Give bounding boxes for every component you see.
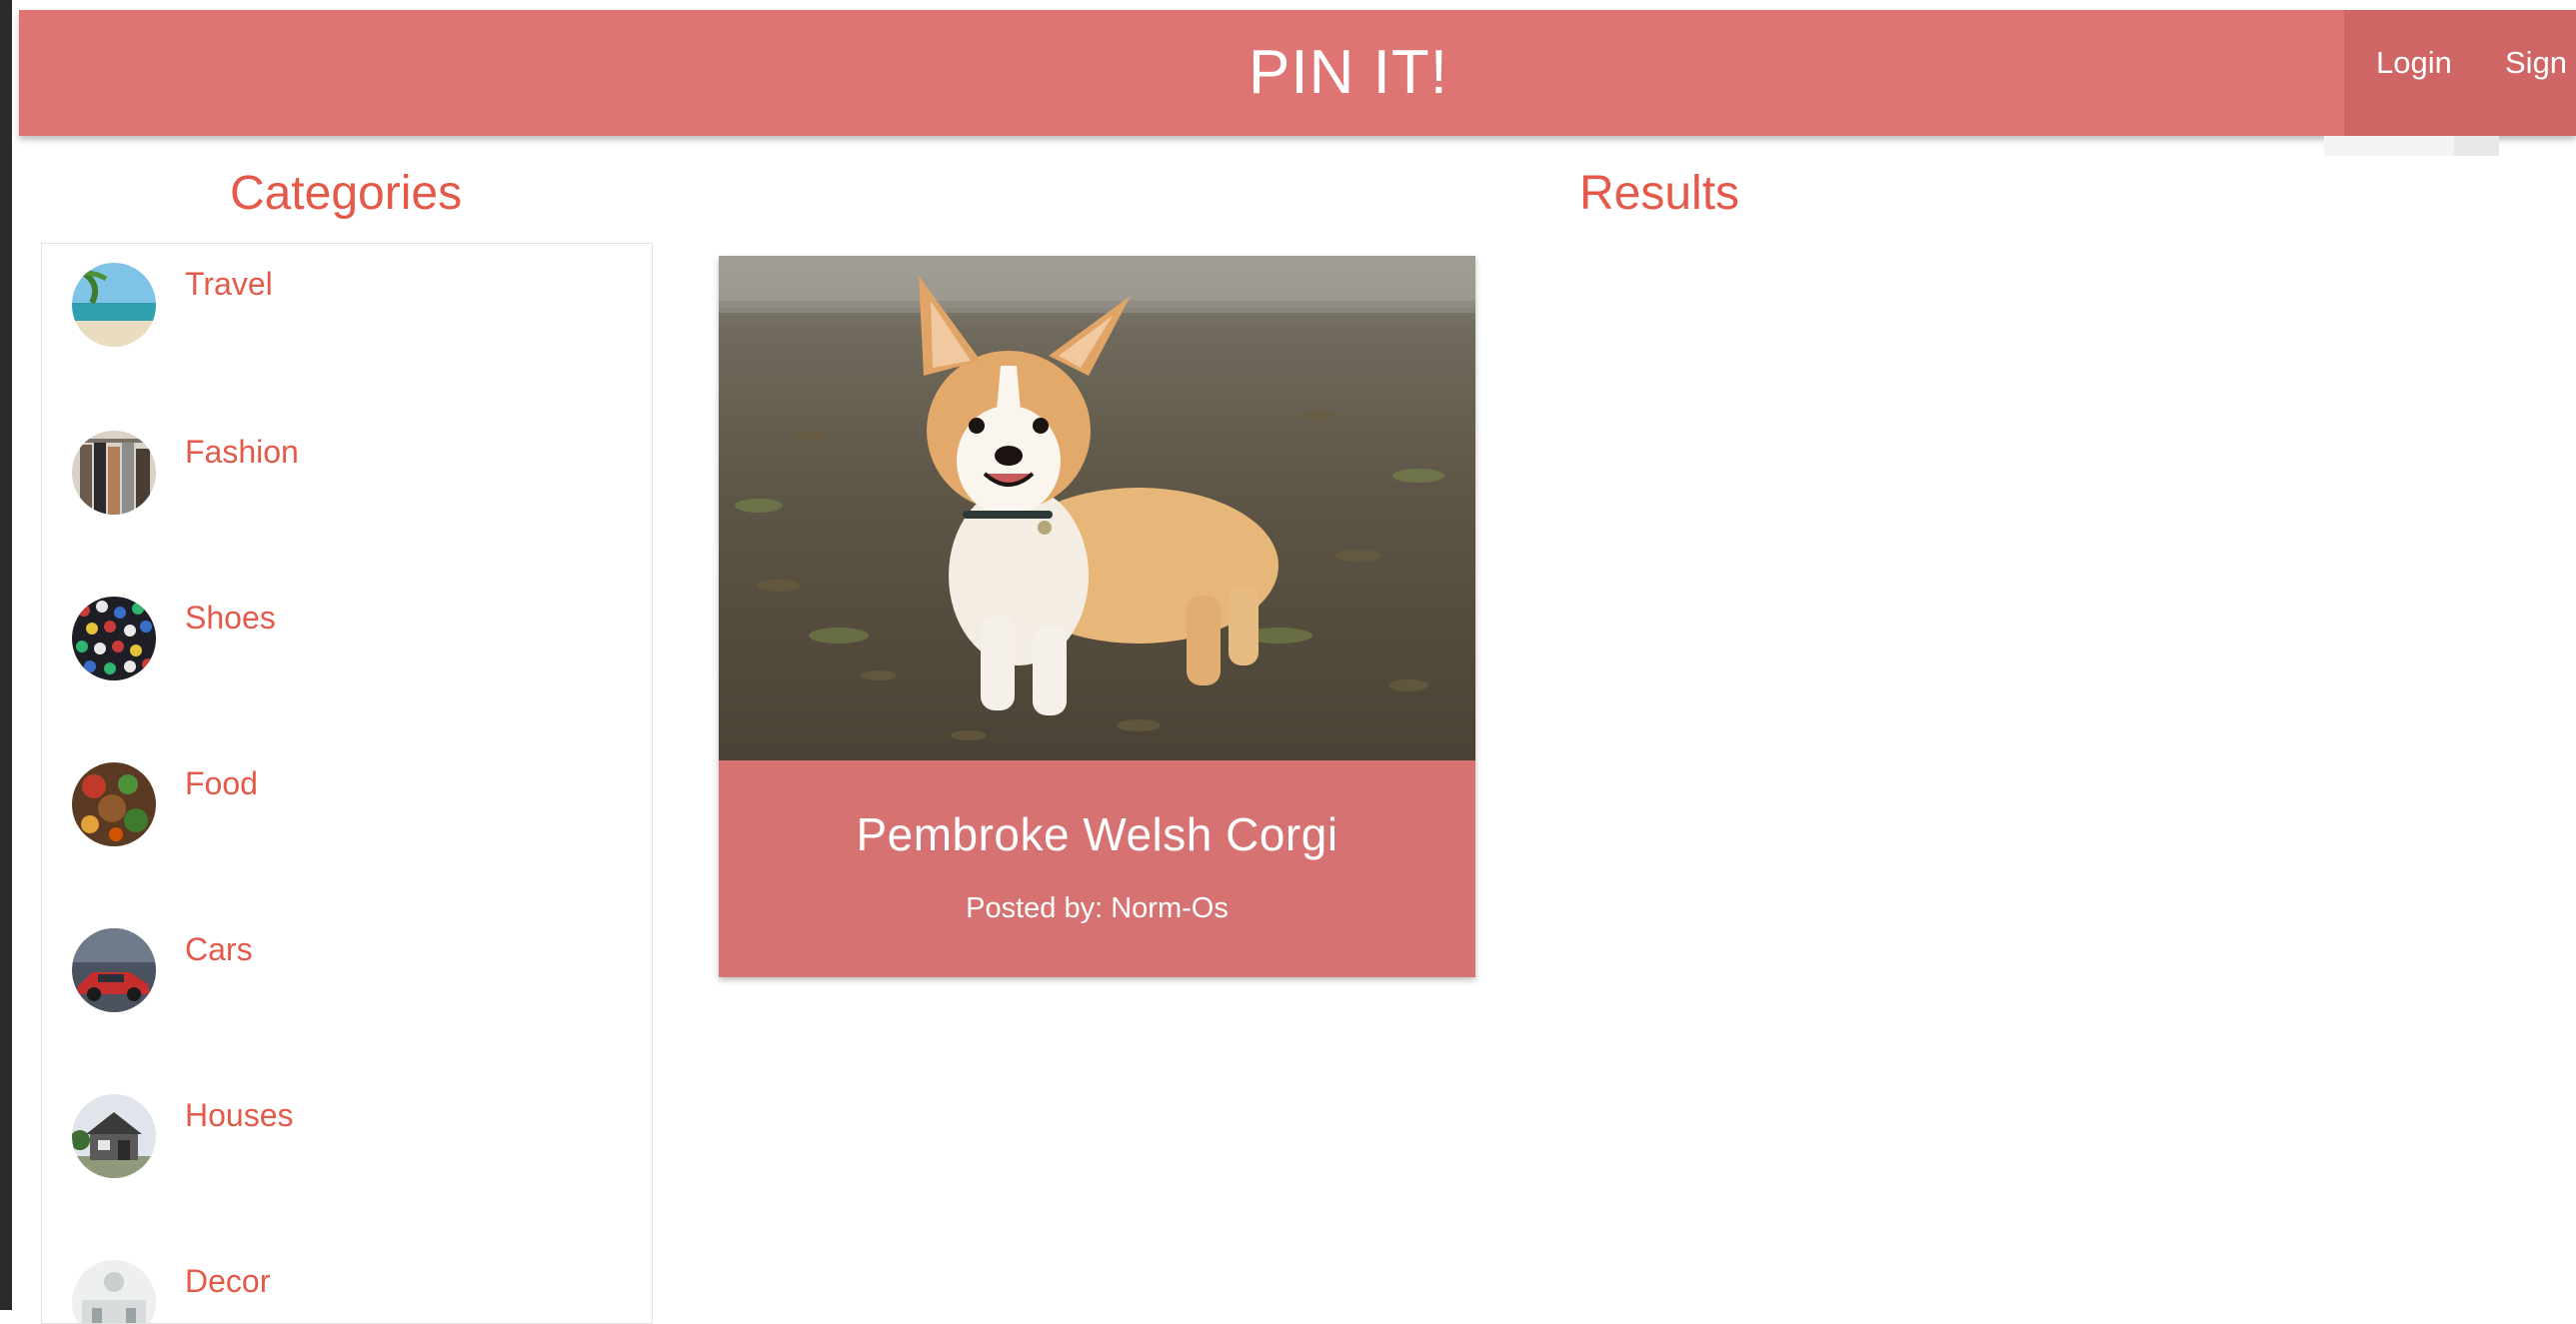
posted-by-label: Posted by:: [966, 892, 1104, 924]
food-thumbnail: [72, 762, 156, 846]
category-label: Food: [185, 765, 258, 801]
dropdown-shadow: [2324, 136, 2454, 156]
cars-thumbnail: [72, 928, 156, 1012]
decor-thumbnail: [72, 1260, 156, 1323]
window-left-edge: [0, 0, 12, 1310]
brand-title[interactable]: PIN IT!: [1209, 10, 1488, 136]
result-card[interactable]: Pembroke Welsh Corgi Posted by: Norm-Os: [719, 256, 1475, 977]
category-item-cars[interactable]: Cars: [42, 909, 652, 1012]
dropdown-shadow-dark: [2454, 136, 2499, 156]
category-label: Travel: [185, 266, 273, 302]
card-meta: Posted by: Norm-Os: [719, 892, 1475, 925]
category-label: Fashion: [185, 434, 299, 470]
card-author: Norm-Os: [1111, 892, 1229, 924]
category-item-food[interactable]: Food: [42, 743, 652, 846]
category-item-travel[interactable]: Travel: [42, 244, 652, 347]
category-label: Houses: [185, 1097, 294, 1133]
category-item-houses[interactable]: Houses: [42, 1075, 652, 1178]
category-label: Cars: [185, 931, 253, 967]
login-button[interactable]: Login: [2376, 0, 2452, 126]
top-navbar: PIN IT!: [19, 10, 2576, 136]
sign-button[interactable]: Sign: [2505, 0, 2567, 126]
category-label: Decor: [185, 1263, 271, 1299]
fashion-thumbnail: [72, 431, 156, 515]
category-item-decor[interactable]: Decor: [42, 1241, 652, 1323]
houses-thumbnail: [72, 1094, 156, 1178]
category-item-shoes[interactable]: Shoes: [42, 578, 652, 680]
category-label: Shoes: [185, 600, 276, 636]
category-item-fashion[interactable]: Fashion: [42, 412, 652, 515]
travel-thumbnail: [72, 263, 156, 347]
card-title: Pembroke Welsh Corgi: [856, 808, 1338, 860]
categories-heading: Categories: [229, 167, 463, 220]
top-edge: [0, 0, 2576, 10]
results-heading: Results: [1578, 167, 1740, 220]
categories-list: Travel Fashion Shoes Food Cars Houses De…: [41, 243, 653, 1324]
corgi-photo: [719, 256, 1475, 760]
shoes-thumbnail: [72, 597, 156, 680]
